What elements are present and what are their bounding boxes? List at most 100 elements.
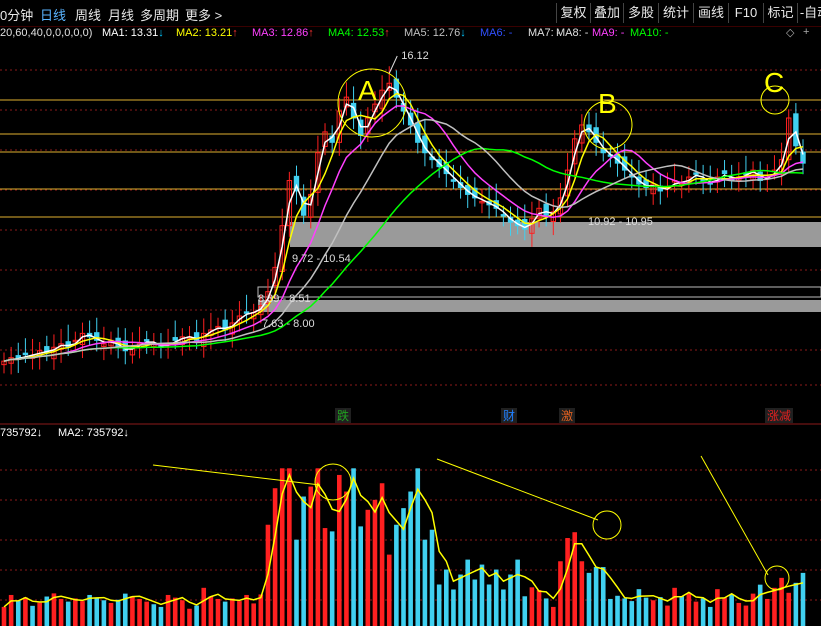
volume-bar <box>358 526 363 626</box>
volume-bar <box>222 601 228 626</box>
volume-bar <box>707 606 713 626</box>
volume-bar <box>515 559 520 626</box>
volume-bar <box>365 509 371 626</box>
event-marker-label: 跌 <box>337 408 349 423</box>
volume-bar <box>272 488 278 626</box>
volume-bar <box>80 601 85 626</box>
volume-bar <box>30 605 35 626</box>
volume-bar <box>636 589 642 626</box>
volume-bar <box>536 589 542 626</box>
ma4-line <box>3 147 804 362</box>
volume-bar <box>201 587 207 626</box>
volume-bar <box>565 538 570 626</box>
volume-bar <box>501 589 506 626</box>
volume-bar <box>344 491 349 626</box>
volume-bar <box>615 595 620 626</box>
candle-body <box>543 203 549 216</box>
volume-bar <box>165 594 171 626</box>
candle-body <box>500 214 507 217</box>
volume-bar <box>101 600 107 626</box>
max-price-label: 16.12 <box>401 50 429 62</box>
volume-bar <box>386 554 392 626</box>
volume-bar <box>329 531 335 626</box>
candle-body <box>172 337 178 341</box>
volume-bar <box>786 592 792 626</box>
volume-bar <box>508 574 513 626</box>
volume-trend-line <box>152 464 321 486</box>
volume-bar <box>172 597 178 626</box>
volume-bar <box>743 605 749 626</box>
volume-bar <box>558 561 563 626</box>
price-zone-label: 8.39 - 8.51 <box>258 293 311 305</box>
candle-body <box>143 339 150 342</box>
volume-bar <box>622 598 627 626</box>
volume-bar <box>237 601 242 626</box>
volume-bar <box>629 601 635 626</box>
volume-bar <box>600 567 606 626</box>
volume-bar <box>472 579 478 626</box>
candle-body <box>793 113 799 147</box>
candle-body <box>243 311 250 314</box>
volume-bar <box>322 528 328 626</box>
volume-bar <box>15 600 21 626</box>
volume-bar <box>465 559 471 626</box>
volume-bar <box>301 496 306 626</box>
volume-bar <box>543 598 549 626</box>
volume-bar <box>422 539 428 626</box>
volume-bar <box>779 577 784 626</box>
volume-bar <box>130 596 135 626</box>
volume-bar <box>287 468 292 626</box>
volume-bar <box>529 587 535 626</box>
volume-bar <box>87 594 92 626</box>
volume-bar <box>486 584 492 626</box>
volume-bar <box>379 483 385 626</box>
candle-body <box>721 170 728 175</box>
volume-bar <box>294 539 299 626</box>
volume-bar <box>115 599 121 626</box>
volume-bar <box>351 468 356 626</box>
volume-annotation-circle <box>592 510 622 540</box>
volume-bar <box>394 524 399 626</box>
volume-bar <box>208 596 214 626</box>
volume-bar <box>715 589 720 626</box>
volume-bar <box>108 602 114 626</box>
candle-body <box>450 179 457 182</box>
price-zone-label: 10.92 - 10.95 <box>588 216 653 228</box>
volume-bar <box>579 561 585 626</box>
volume-bar <box>251 603 256 626</box>
kline-chart[interactable]: 16.12 10.92 - 10.95 9.72 - 10.54 8.39 - 8.5… <box>0 0 821 626</box>
volume-bar <box>672 587 677 626</box>
volume-bar <box>151 604 157 626</box>
volume-bar <box>1 606 7 626</box>
event-marker-label: 财 <box>503 409 515 423</box>
event-marker-label: 涨减 <box>767 408 791 423</box>
volume-bar <box>194 605 199 626</box>
volume-bar <box>586 572 592 626</box>
volume-bar <box>757 584 763 626</box>
volume-bar <box>800 572 806 626</box>
volume-bar <box>94 597 100 626</box>
volume-bar <box>8 594 14 626</box>
candle-body <box>693 172 699 175</box>
volume-bar <box>158 606 164 626</box>
volume-bar <box>522 596 528 626</box>
volume-bar <box>451 589 456 626</box>
price-zone <box>290 222 821 247</box>
volume-trend-line <box>436 458 599 521</box>
volume-bar <box>686 593 692 626</box>
volume-bar <box>436 584 442 626</box>
volume-bar <box>643 597 649 626</box>
volume-bar <box>793 582 799 626</box>
volume-bar <box>458 574 463 626</box>
volume-bar <box>736 602 742 626</box>
volume-bar <box>372 499 378 626</box>
volume-bar <box>729 594 734 626</box>
annotation-label: A <box>358 75 377 106</box>
volume-bar <box>700 598 706 626</box>
volume-bar <box>608 598 613 626</box>
volume-bar <box>73 598 78 626</box>
volume-bar <box>658 597 663 626</box>
volume-bar <box>37 602 42 626</box>
volume-bar <box>144 601 149 626</box>
volume-bar <box>679 596 685 626</box>
